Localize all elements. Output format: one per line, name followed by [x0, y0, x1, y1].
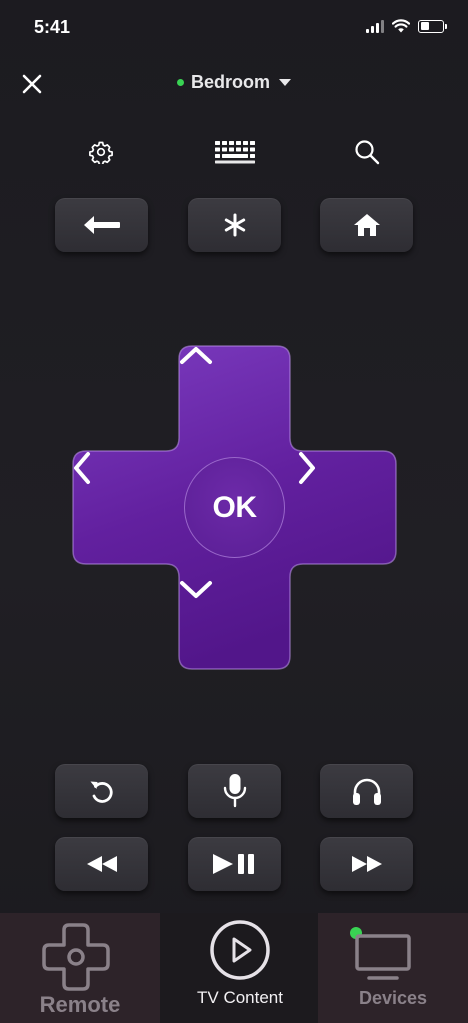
online-status-dot	[176, 79, 184, 86]
status-icons	[366, 19, 447, 33]
ok-button[interactable]: OK	[184, 457, 285, 558]
dpad-up-button[interactable]	[179, 345, 290, 435]
tv-icon	[355, 934, 411, 980]
tab-remote[interactable]: Remote	[0, 913, 160, 1023]
settings-button[interactable]	[86, 136, 116, 168]
dpad-down-button[interactable]	[179, 580, 290, 670]
play-circle-icon	[210, 920, 270, 980]
keyboard-icon	[215, 141, 255, 164]
home-icon	[353, 214, 380, 236]
status-time: 5:41	[34, 17, 71, 37]
top-icon-row	[0, 136, 468, 168]
options-button[interactable]	[188, 198, 281, 252]
voice-search-button[interactable]	[188, 764, 281, 818]
tab-remote-label: Remote	[39, 992, 121, 1017]
home-button[interactable]	[320, 198, 413, 252]
chevron-right-icon	[299, 452, 315, 484]
cellular-signal-icon	[366, 19, 384, 33]
bottom-tab-bar: Remote TV Content Devices	[0, 913, 468, 1023]
search-button[interactable]	[352, 136, 382, 168]
chevron-down-icon	[180, 581, 212, 598]
keyboard-button[interactable]	[212, 136, 258, 168]
tab-devices-label: Devices	[358, 988, 428, 1008]
tab-tv-content-label: TV Content	[197, 988, 283, 1007]
play-pause-icon	[212, 854, 254, 874]
back-arrow-icon	[83, 216, 120, 234]
remote-dpad-icon	[42, 923, 110, 991]
dpad-right-button[interactable]	[297, 451, 397, 564]
device-selector[interactable]: Bedroom	[0, 72, 468, 93]
battery-icon	[418, 19, 447, 33]
headphones-icon	[352, 778, 381, 805]
back-button[interactable]	[55, 198, 148, 252]
gear-icon	[89, 141, 113, 164]
tab-devices[interactable]: Devices	[318, 913, 468, 1023]
microphone-icon	[223, 774, 246, 808]
dpad-left-button[interactable]	[72, 451, 172, 564]
rewind-button[interactable]	[55, 837, 148, 891]
wifi-icon	[392, 19, 410, 33]
fast-forward-button[interactable]	[320, 837, 413, 891]
chevron-up-icon	[180, 347, 212, 364]
play-pause-button[interactable]	[188, 837, 281, 891]
fast-forward-icon	[351, 856, 382, 872]
device-name: Bedroom	[190, 72, 270, 92]
directional-pad: OK	[72, 345, 397, 670]
replay-icon	[90, 781, 113, 803]
tab-tv-content[interactable]: TV Content	[160, 913, 320, 1023]
rewind-icon	[86, 856, 117, 872]
private-listening-button[interactable]	[320, 764, 413, 818]
chevron-left-icon	[74, 452, 90, 484]
ok-label: OK	[212, 490, 258, 524]
status-bar: 5:41	[0, 0, 468, 56]
replay-button[interactable]	[55, 764, 148, 818]
asterisk-icon	[224, 213, 245, 237]
search-icon	[355, 140, 380, 165]
chevron-down-icon	[279, 79, 291, 86]
